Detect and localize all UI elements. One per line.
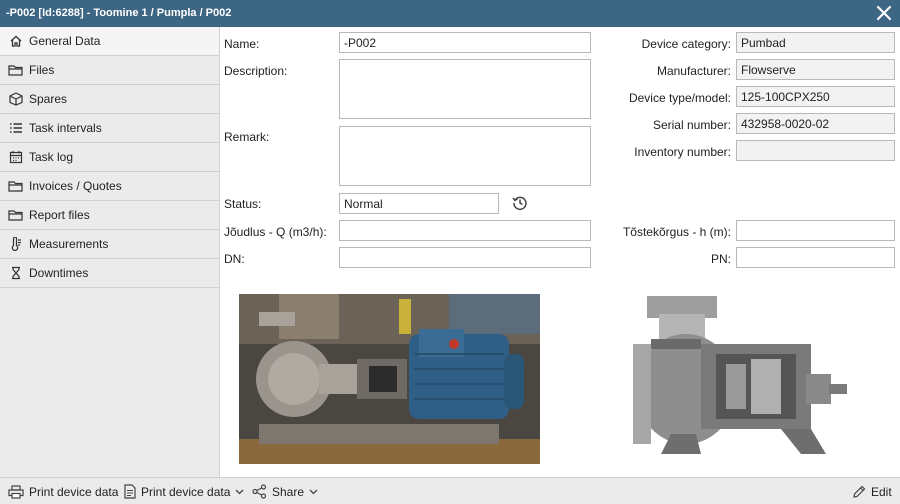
printer-icon — [8, 484, 24, 499]
close-icon[interactable] — [874, 3, 894, 23]
pump-photo — [239, 294, 540, 464]
capacity-label: Jõudlus - Q (m3/h): — [224, 225, 327, 239]
device-category-field[interactable] — [736, 32, 895, 53]
print-device-data-label: Print device data — [29, 484, 119, 499]
sidebar-item-label: Invoices / Quotes — [29, 179, 122, 193]
lift-height-label: Tõstekõrgus - h (m): — [622, 225, 731, 239]
name-field[interactable] — [339, 32, 591, 53]
chevron-down-icon — [309, 489, 318, 494]
print-device-data-menu-button[interactable]: Print device data — [124, 478, 249, 504]
sidebar-item-label: General Data — [29, 34, 101, 48]
sidebar-item-label: Spares — [29, 92, 68, 106]
status-label: Status: — [224, 197, 262, 211]
description-field[interactable] — [339, 59, 591, 119]
chevron-down-icon — [235, 489, 244, 494]
share-icon — [252, 484, 267, 499]
sidebar-item-general-data[interactable]: General Data — [0, 27, 219, 56]
capacity-field[interactable] — [339, 220, 591, 241]
sidebar: General Data Files Spares Task intervals… — [0, 27, 220, 477]
folder-icon — [8, 207, 24, 223]
pn-field[interactable] — [736, 247, 895, 268]
description-label: Description: — [224, 64, 288, 78]
calendar-icon — [8, 149, 24, 165]
sidebar-item-report-files[interactable]: Report files — [0, 201, 219, 230]
footer-toolbar: Print device data Print device data Shar… — [0, 477, 900, 504]
sidebar-item-files[interactable]: Files — [0, 56, 219, 85]
list-icon — [8, 120, 24, 136]
remark-field[interactable] — [339, 126, 591, 186]
pn-label: PN: — [710, 252, 731, 266]
folder-icon — [8, 178, 24, 194]
print-device-data-menu-label: Print device data — [141, 484, 231, 499]
sidebar-item-invoices-quotes[interactable]: Invoices / Quotes — [0, 172, 219, 201]
inventory-number-label: Inventory number: — [634, 145, 731, 159]
device-type-label: Device type/model: — [628, 91, 731, 105]
device-category-label: Device category: — [641, 37, 731, 51]
sidebar-item-downtimes[interactable]: Downtimes — [0, 259, 219, 288]
folder-icon — [8, 62, 24, 78]
hourglass-icon — [8, 265, 24, 281]
edit-label: Edit — [871, 484, 892, 499]
general-data-panel: Name: Description: Remark: Status: Jõudl… — [221, 27, 900, 477]
sidebar-item-label: Downtimes — [29, 266, 89, 280]
serial-number-label: Serial number: — [652, 118, 731, 132]
sidebar-item-label: Files — [29, 63, 55, 77]
sidebar-item-task-intervals[interactable]: Task intervals — [0, 114, 219, 143]
thermometer-icon — [8, 236, 24, 252]
share-label: Share — [272, 484, 305, 499]
name-label: Name: — [224, 37, 260, 51]
status-field[interactable] — [339, 193, 499, 214]
window-title: -P002 [Id:6288] - Toomine 1 / Pumpla / P… — [6, 7, 232, 19]
device-type-field[interactable] — [736, 86, 895, 107]
home-icon — [8, 33, 24, 49]
window-titlebar: -P002 [Id:6288] - Toomine 1 / Pumpla / P… — [0, 0, 900, 27]
serial-number-field[interactable] — [736, 113, 895, 134]
print-device-data-button[interactable]: Print device data — [8, 478, 118, 504]
dn-field[interactable] — [339, 247, 591, 268]
lift-height-field[interactable] — [736, 220, 895, 241]
sidebar-item-task-log[interactable]: Task log — [0, 143, 219, 172]
remark-label: Remark: — [224, 130, 270, 144]
share-button[interactable]: Share — [252, 478, 323, 504]
edit-button[interactable]: Edit — [852, 478, 892, 504]
dn-label: DN: — [224, 252, 245, 266]
sidebar-item-label: Measurements — [29, 237, 109, 251]
pump-drawing — [611, 294, 849, 464]
sidebar-item-label: Task log — [29, 150, 74, 164]
history-icon[interactable] — [512, 195, 528, 211]
sidebar-item-label: Task intervals — [29, 121, 102, 135]
document-icon — [124, 484, 136, 499]
manufacturer-label: Manufacturer: — [656, 64, 731, 78]
sidebar-item-spares[interactable]: Spares — [0, 85, 219, 114]
sidebar-item-label: Report files — [29, 208, 90, 222]
box-icon — [8, 91, 24, 107]
inventory-number-field[interactable] — [736, 140, 895, 161]
sidebar-item-measurements[interactable]: Measurements — [0, 230, 219, 259]
manufacturer-field[interactable] — [736, 59, 895, 80]
pencil-icon — [853, 485, 866, 498]
